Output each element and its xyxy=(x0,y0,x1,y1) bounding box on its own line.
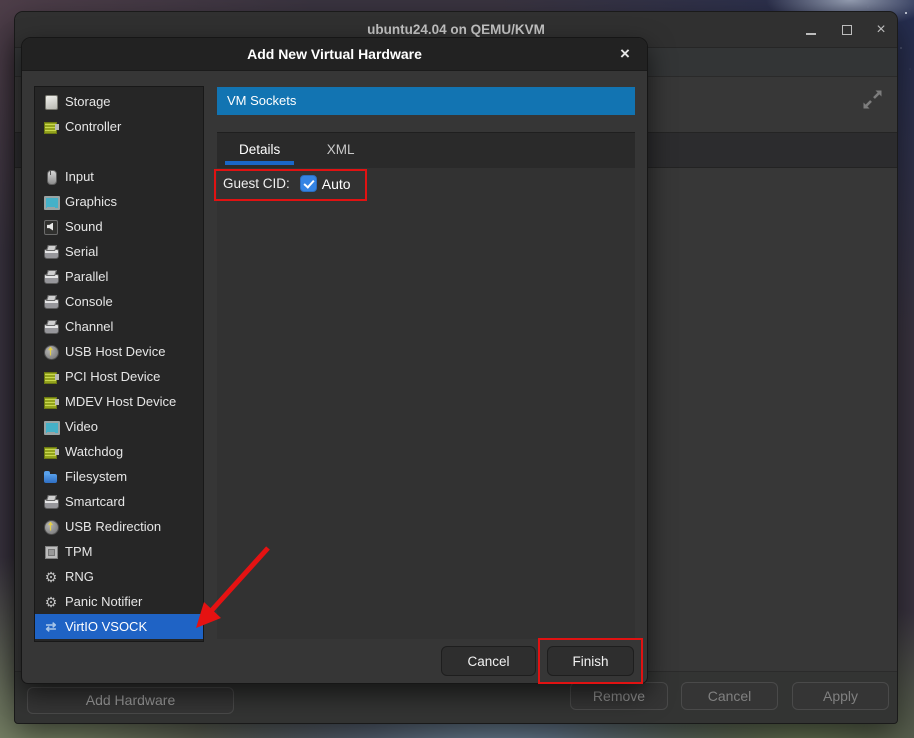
arrows-icon xyxy=(43,619,59,635)
close-icon[interactable]: × xyxy=(873,22,889,38)
sidebar-item-video[interactable]: Video xyxy=(35,414,203,439)
list-item-label: MDEV Host Device xyxy=(65,394,176,409)
list-item-label: Console xyxy=(65,294,113,309)
sidebar-item-virtio-vsock[interactable]: VirtIO VSOCK xyxy=(35,614,203,639)
list-item-label: Sound xyxy=(65,219,103,234)
disk-icon xyxy=(43,94,59,110)
sidebar-item-channel[interactable]: Channel xyxy=(35,314,203,339)
chip-icon xyxy=(43,119,59,135)
dialog-title: Add New Virtual Hardware xyxy=(22,38,647,71)
sidebar-item-serial[interactable]: Serial xyxy=(35,239,203,264)
list-item-label: Smartcard xyxy=(65,494,125,509)
list-item-label: Filesystem xyxy=(65,469,127,484)
auto-checkbox-label: Auto xyxy=(322,176,351,192)
list-item-label: Input xyxy=(65,169,94,184)
dialog-close-icon[interactable]: × xyxy=(615,44,635,64)
finish-button[interactable]: Finish xyxy=(547,646,634,676)
sidebar-item-mdev-host-device[interactable]: MDEV Host Device xyxy=(35,389,203,414)
add-hardware-dialog: Add New Virtual Hardware × Storage Contr… xyxy=(21,37,648,684)
list-item-label: TPM xyxy=(65,544,92,559)
channel-device-icon xyxy=(43,319,59,335)
dialog-titlebar: Add New Virtual Hardware × xyxy=(22,38,647,71)
monitor-icon xyxy=(43,419,59,435)
sidebar-item-sound[interactable]: Sound xyxy=(35,214,203,239)
wallpaper-stars xyxy=(905,12,907,14)
gear-icon xyxy=(43,594,59,610)
minimize-icon[interactable] xyxy=(803,22,819,38)
hardware-type-list: Storage Controller Input Graphics xyxy=(34,86,204,642)
sidebar-item-input[interactable]: Input xyxy=(35,164,203,189)
tpm-chip-icon xyxy=(43,544,59,560)
sidebar-item-watchdog[interactable]: Watchdog xyxy=(35,439,203,464)
sidebar-item-smartcard[interactable]: Smartcard xyxy=(35,489,203,514)
list-item-label: Storage xyxy=(65,94,111,109)
chip-icon xyxy=(43,394,59,410)
parallel-device-icon xyxy=(43,269,59,285)
panel-header: VM Sockets xyxy=(217,87,635,115)
sidebar-item-storage[interactable]: Storage xyxy=(35,89,203,114)
smartcard-device-icon xyxy=(43,494,59,510)
tab-xml[interactable]: XML xyxy=(313,133,369,169)
tab-details[interactable]: Details xyxy=(225,133,294,169)
list-item-label: PCI Host Device xyxy=(65,369,160,384)
list-item-label: Parallel xyxy=(65,269,108,284)
cancel-button[interactable]: Cancel xyxy=(441,646,536,676)
auto-checkbox[interactable] xyxy=(300,175,317,192)
sidebar-item-console[interactable]: Console xyxy=(35,289,203,314)
list-item-label: Panic Notifier xyxy=(65,594,142,609)
sidebar-item-tpm[interactable]: TPM xyxy=(35,539,203,564)
sidebar-item-rng[interactable]: RNG xyxy=(35,564,203,589)
desktop: ubuntu24.04 on QEMU/KVM × Add Hardware R… xyxy=(0,0,914,738)
sidebar-item-graphics[interactable]: Graphics xyxy=(35,189,203,214)
gear-icon xyxy=(43,569,59,585)
folder-icon xyxy=(43,469,59,485)
sidebar-item-panic-notifier[interactable]: Panic Notifier xyxy=(35,589,203,614)
maximize-icon[interactable] xyxy=(839,22,855,38)
tab-bar: Details XML xyxy=(217,132,635,168)
list-item-label: Video xyxy=(65,419,98,434)
mouse-icon xyxy=(43,169,59,185)
sidebar-item-usb-redirection[interactable]: USB Redirection xyxy=(35,514,203,539)
remove-button[interactable]: Remove xyxy=(570,682,668,710)
guest-cid-row: Guest CID: Auto xyxy=(223,175,351,192)
sidebar-item-pci-host-device[interactable]: PCI Host Device xyxy=(35,364,203,389)
add-hardware-button[interactable]: Add Hardware xyxy=(27,687,234,714)
list-item-label: USB Host Device xyxy=(65,344,165,359)
sidebar-item-controller[interactable]: Controller xyxy=(35,114,203,139)
sidebar-item-filesystem[interactable]: Filesystem xyxy=(35,464,203,489)
panel-header-label: VM Sockets xyxy=(227,93,296,108)
vm-cancel-button[interactable]: Cancel xyxy=(681,682,778,710)
fullscreen-icon[interactable] xyxy=(858,84,888,114)
list-item-label: Serial xyxy=(65,244,98,259)
sidebar-item-usb-host-device[interactable]: USB Host Device xyxy=(35,339,203,364)
list-item-label: RNG xyxy=(65,569,94,584)
list-item-label: VirtIO VSOCK xyxy=(65,619,147,634)
list-item-label: USB Redirection xyxy=(65,519,161,534)
usb-icon xyxy=(43,519,59,535)
list-item-label: Watchdog xyxy=(65,444,123,459)
speaker-icon xyxy=(43,219,59,235)
list-item-label: Graphics xyxy=(65,194,117,209)
guest-cid-label: Guest CID: xyxy=(223,176,290,191)
chip-icon xyxy=(43,444,59,460)
console-device-icon xyxy=(43,294,59,310)
usb-icon xyxy=(43,344,59,360)
monitor-icon xyxy=(43,194,59,210)
sidebar-item-parallel[interactable]: Parallel xyxy=(35,264,203,289)
panel-content: Guest CID: Auto xyxy=(217,168,635,639)
apply-button[interactable]: Apply xyxy=(792,682,889,710)
chip-icon xyxy=(43,369,59,385)
serial-device-icon xyxy=(43,244,59,260)
list-item-label: Channel xyxy=(65,319,113,334)
list-spacer xyxy=(35,139,203,164)
list-item-label: Controller xyxy=(65,119,121,134)
